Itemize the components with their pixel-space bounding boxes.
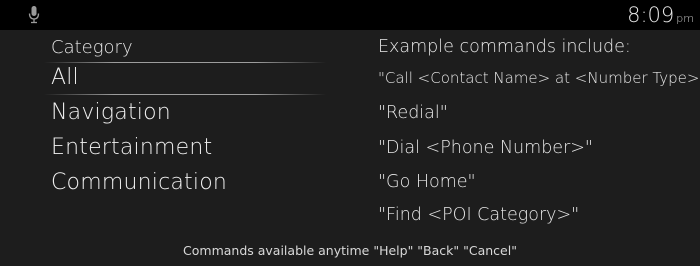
example-command: "Go Home"	[378, 172, 476, 192]
divider	[44, 62, 326, 63]
clock: 8:09 pm	[627, 4, 694, 30]
microphone-icon	[28, 6, 40, 24]
example-command: "Redial"	[378, 103, 448, 123]
clock-time: 8:09	[627, 3, 675, 27]
example-command: "Dial <Phone Number>"	[378, 138, 593, 158]
voice-commands-screen: 8:09 pm Category All Navigation Entertain…	[0, 0, 700, 266]
clock-ampm: pm	[676, 12, 694, 25]
category-item-navigation[interactable]: Navigation	[51, 100, 171, 125]
footer-hint: Commands available anytime "Help" "Back"…	[183, 243, 517, 258]
category-item-communication[interactable]: Communication	[51, 170, 227, 195]
divider	[44, 94, 326, 95]
example-command: "Call <Contact Name> at <Number Type>"	[378, 69, 700, 87]
category-heading: Category	[51, 37, 133, 58]
category-item-all[interactable]: All	[51, 65, 79, 90]
examples-heading: Example commands include:	[378, 37, 631, 57]
example-command: "Find <POI Category>"	[378, 205, 580, 225]
status-bar: 8:09 pm	[0, 0, 700, 30]
category-item-entertainment[interactable]: Entertainment	[51, 135, 212, 160]
